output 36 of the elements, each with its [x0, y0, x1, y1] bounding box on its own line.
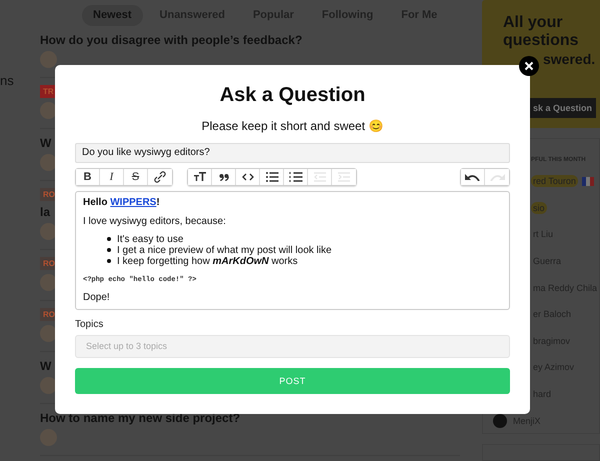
- post-button[interactable]: POST: [75, 368, 510, 394]
- bold-button[interactable]: B: [76, 168, 100, 185]
- numbers-button[interactable]: [284, 168, 308, 185]
- list-item-text: I get a nice preview of what my post will look like: [117, 244, 332, 256]
- promo-heading: questions: [503, 32, 580, 50]
- bullet-icon: [107, 259, 111, 264]
- topics-field[interactable]: Select up to 3 topics: [75, 334, 510, 358]
- editor-paragraph: Dope!: [83, 292, 111, 303]
- italic-button[interactable]: I: [100, 168, 124, 185]
- avatar: [40, 51, 57, 68]
- redo-icon: [489, 172, 505, 181]
- list-item-text: I keep forgetting how mArKdOwN works: [117, 256, 298, 267]
- bullets-button[interactable]: [260, 168, 284, 185]
- heading-button[interactable]: [188, 168, 212, 185]
- link-icon: [152, 168, 168, 185]
- promo-heading: All your: [503, 14, 564, 32]
- dialog-subtitle: Please keep it short and sweet 😊: [200, 119, 384, 133]
- avatar: [493, 414, 507, 428]
- undo-button[interactable]: [461, 168, 485, 185]
- bullet-icon: [107, 237, 111, 242]
- field-label: Topics: [75, 318, 104, 330]
- dialog-title: Ask a Question: [218, 84, 366, 107]
- strike-button[interactable]: S: [124, 168, 148, 185]
- code-button[interactable]: [236, 168, 260, 185]
- promo-heading: swered.: [543, 50, 596, 68]
- link-button[interactable]: [148, 168, 172, 185]
- close-icon[interactable]: [519, 56, 539, 76]
- ask-question-button[interactable]: sk a Question: [529, 98, 596, 118]
- list-item-text: It's easy to use: [117, 234, 184, 245]
- bullet-icon: [107, 248, 111, 252]
- editor-link[interactable]: WIPPERS: [110, 196, 156, 208]
- undo-icon: [464, 172, 480, 181]
- question-field[interactable]: Do you like wysiwyg editors?: [75, 143, 510, 163]
- editor-paragraph: Hello WIPPERS!: [83, 196, 161, 208]
- editor-paragraph: I love wysiwyg editors, because:: [83, 216, 227, 227]
- quote-button[interactable]: [212, 168, 236, 185]
